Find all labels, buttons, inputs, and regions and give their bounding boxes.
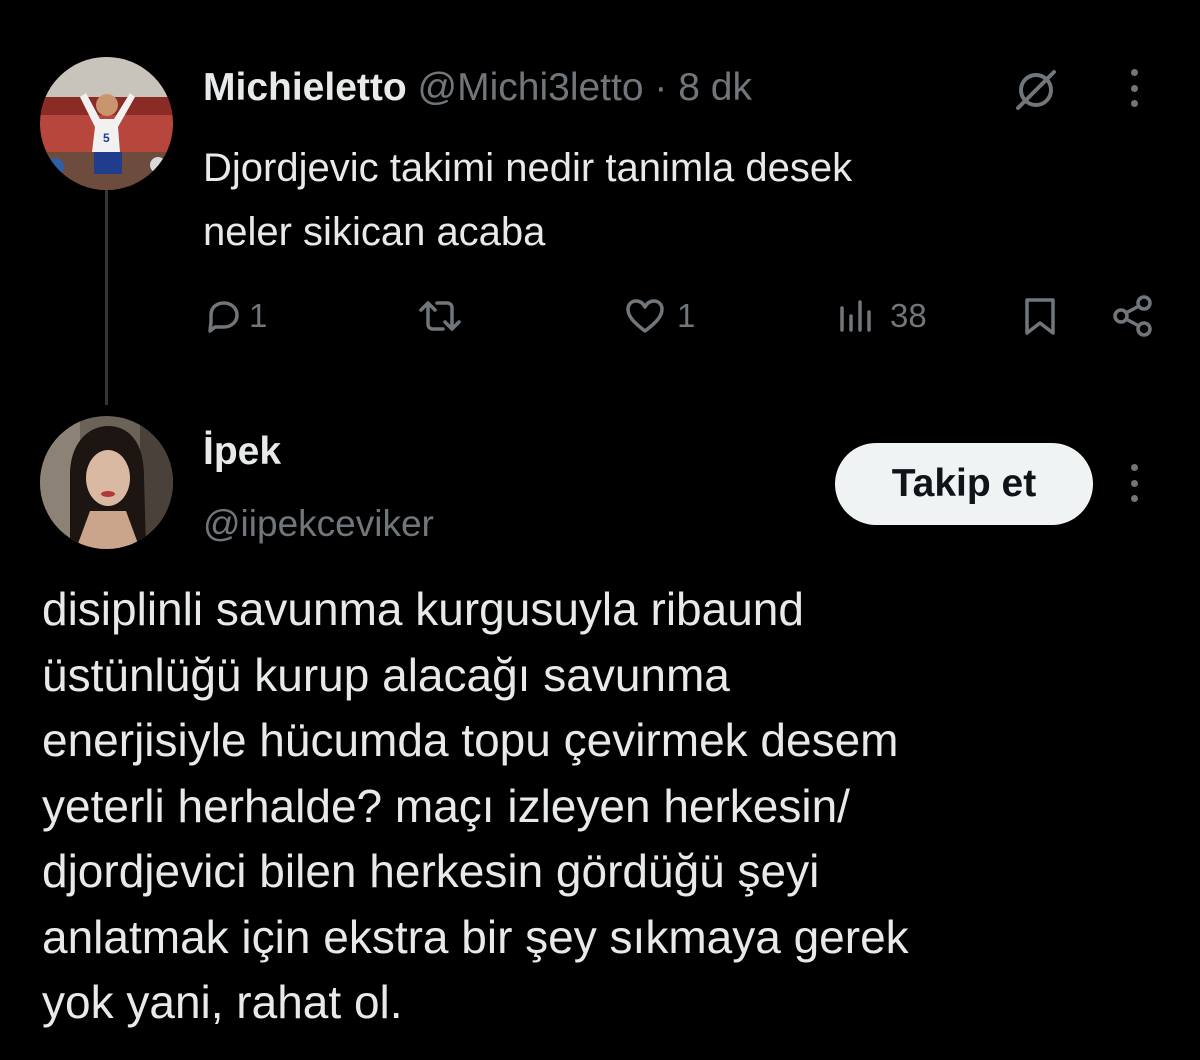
separator: · (654, 66, 668, 109)
like-count: 1 (677, 297, 696, 334)
tweet-text-line: yok yani, rahat ol. (42, 976, 403, 1028)
retweet-icon (415, 296, 465, 336)
share-button[interactable] (1110, 294, 1156, 338)
timestamp[interactable]: 8 dk (678, 66, 752, 109)
thread-line (105, 190, 108, 405)
tweet-text-line: disiplinli savunma kurgusuyla ribaund (42, 583, 804, 635)
views-button[interactable]: 38 (836, 294, 927, 338)
handle[interactable]: @iipekceviker (203, 503, 434, 545)
display-name[interactable]: İpek (203, 430, 281, 474)
bookmark-button[interactable] (1020, 294, 1060, 338)
follow-button[interactable]: Takip et (835, 443, 1093, 525)
like-button[interactable]: 1 (623, 294, 695, 338)
tweet-text-line: yeterli herhalde? maçı izleyen herkesin/ (42, 779, 850, 832)
tweet-text-line: Djordjevic takimi nedir tanimla desek (203, 146, 853, 190)
tweet-text-line: anlatmak için ekstra bir şey sıkmaya ger… (42, 910, 909, 963)
tweet-text-line: üstünlüğü kurup alacağı savunma (42, 648, 730, 701)
more-icon[interactable] (1129, 464, 1139, 502)
avatar-ipek[interactable] (40, 416, 173, 549)
reply-button[interactable]: 1 (203, 294, 267, 338)
avatar-michieletto[interactable]: 5 (40, 57, 173, 190)
tweet-text-line: djordjevici bilen herkesin gördüğü şeyi (42, 845, 820, 897)
more-icon[interactable] (1129, 69, 1139, 107)
tweet-text-line: enerjisiyle hücumda topu çevirmek desem (42, 714, 899, 766)
reply-icon (203, 296, 243, 336)
reply-count: 1 (249, 297, 268, 334)
retweet-button[interactable] (415, 294, 465, 338)
grok-icon[interactable] (1013, 67, 1059, 113)
share-icon (1110, 294, 1156, 338)
display-name[interactable]: Michieletto (203, 66, 407, 109)
like-icon (623, 296, 667, 336)
tweet-body: disiplinli savunma kurgusuyla ribaund üs… (42, 577, 909, 1036)
view-count: 38 (890, 297, 927, 334)
bookmark-icon (1020, 295, 1060, 337)
views-icon (836, 296, 876, 336)
handle[interactable]: @Michi3letto (418, 66, 644, 109)
svg-text:5: 5 (103, 131, 110, 145)
tweet-text-line: neler sikican acaba (203, 210, 546, 254)
